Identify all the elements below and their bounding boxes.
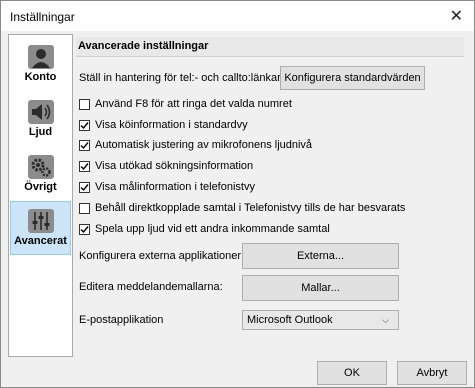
person-icon bbox=[27, 45, 54, 69]
title-bar: Inställningar ✕ bbox=[1, 1, 474, 31]
templates-button[interactable]: Mallar... bbox=[242, 275, 399, 301]
check-icon bbox=[80, 184, 89, 192]
checkbox-box[interactable] bbox=[79, 182, 90, 193]
sliders-icon bbox=[27, 209, 54, 233]
external-apps-label: Konfigurera externa applikationer: bbox=[79, 250, 245, 262]
email-app-label: E-postapplikation bbox=[79, 314, 164, 326]
sidebar-item-label: Avancerat bbox=[14, 235, 67, 247]
checkbox-box[interactable] bbox=[79, 140, 90, 151]
sidebar-item-konto[interactable]: Konto bbox=[10, 38, 71, 92]
handler-label: Ställ in hantering för tel:- och callto:… bbox=[79, 72, 281, 84]
cancel-button[interactable]: Avbryt bbox=[397, 361, 467, 385]
sidebar-item-label: Konto bbox=[24, 71, 57, 83]
checkbox-label: Visa målinformation i telefonistvy bbox=[95, 181, 255, 193]
close-icon[interactable]: ✕ bbox=[450, 6, 463, 26]
checkbox-label: Visa utökad sökningsinformation bbox=[95, 160, 254, 172]
checkbox-box[interactable] bbox=[79, 224, 90, 235]
ok-button[interactable]: OK bbox=[317, 361, 387, 385]
speaker-icon bbox=[27, 100, 54, 124]
email-app-value: Microsoft Outlook bbox=[247, 314, 333, 326]
external-apps-button[interactable]: Externa... bbox=[242, 243, 399, 269]
settings-window: Inställningar ✕ Konto Ljud Övrigt Avance… bbox=[0, 0, 475, 388]
checkbox-box[interactable] bbox=[79, 120, 90, 131]
sidebar-item-label: Ljud bbox=[28, 126, 53, 138]
sidebar-item-ovrigt[interactable]: Övrigt bbox=[10, 148, 71, 202]
checkbox-box[interactable] bbox=[79, 203, 90, 214]
check-icon bbox=[80, 163, 89, 171]
sidebar-item-ljud[interactable]: Ljud bbox=[10, 93, 71, 147]
checkbox-label: Visa köinformation i standardvy bbox=[95, 119, 248, 131]
sidebar-item-avancerat[interactable]: Avancerat bbox=[10, 201, 71, 255]
checkbox-box[interactable] bbox=[79, 161, 90, 172]
message-templates-label: Editera meddelandemallarna: bbox=[79, 281, 223, 293]
configure-defaults-button[interactable]: Konfigurera standardvärden bbox=[280, 66, 425, 90]
checkbox-label: Spela upp ljud vid ett andra inkommande … bbox=[95, 223, 330, 235]
check-icon bbox=[80, 142, 89, 150]
window-title: Inställningar bbox=[10, 10, 75, 24]
checkbox-label: Behåll direktkopplade samtal i Telefonis… bbox=[95, 202, 406, 214]
checkbox-label: Använd F8 för att ringa det valda numret bbox=[95, 98, 292, 110]
advanced-settings-panel: Avancerade inställningar Ställ in hanter… bbox=[75, 34, 466, 355]
gears-icon bbox=[27, 155, 54, 179]
checkbox-box[interactable] bbox=[79, 99, 90, 110]
sidebar-item-label: Övrigt bbox=[24, 181, 57, 193]
check-icon bbox=[80, 226, 89, 234]
sidebar: Konto Ljud Övrigt Avancerat bbox=[8, 34, 73, 357]
check-icon bbox=[80, 122, 89, 130]
chevron-down-icon: ⌵ bbox=[382, 315, 389, 325]
section-header: Avancerade inställningar bbox=[76, 37, 464, 57]
email-app-select[interactable]: Microsoft Outlook ⌵ bbox=[242, 310, 399, 330]
checkbox-label: Automatisk justering av mikrofonens ljud… bbox=[95, 139, 313, 151]
